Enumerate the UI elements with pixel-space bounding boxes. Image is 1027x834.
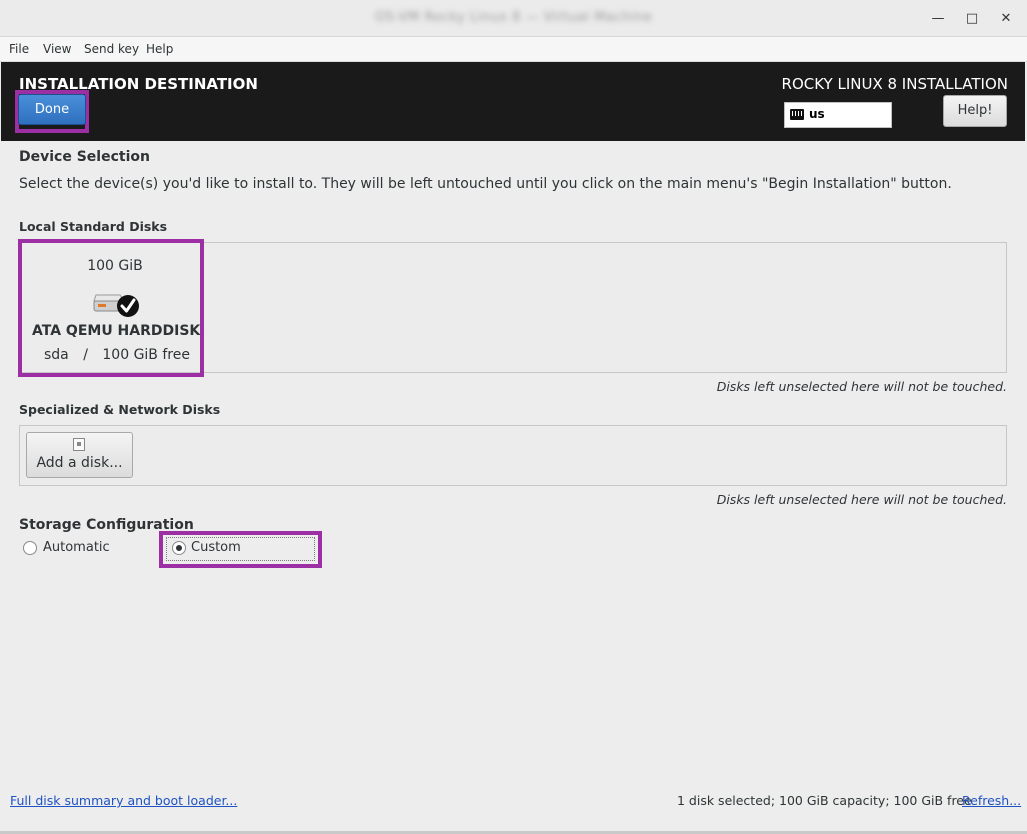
refresh-link[interactable]: Refresh... [962,793,1021,808]
radio-automatic-label: Automatic [43,540,110,555]
add-disk-label: Add a disk... [36,455,123,471]
local-disks-heading: Local Standard Disks [19,219,168,234]
keyboard-layout-label: us [809,107,825,121]
radio-custom-circle[interactable] [172,541,186,555]
minimize-button[interactable]: — [928,9,948,29]
done-button[interactable]: Done [18,94,86,125]
network-disks-heading: Specialized & Network Disks [19,402,221,417]
menu-send-key[interactable]: Send key [84,42,139,56]
radio-automatic-circle[interactable] [23,541,37,555]
harddisk-checked-icon [93,294,139,317]
device-selection-description: Select the device(s) you'd like to insta… [19,176,952,192]
disk-name: ATA QEMU HARDDISK [32,323,201,339]
disk-details: sda / 100 GiB free [44,347,190,363]
window-titlebar: OS-VM Rocky Linux 8 — Virtual Machine — … [0,0,1027,37]
network-disks-panel [19,425,1007,486]
disk-separator: / [83,347,88,363]
help-button[interactable]: Help! [943,95,1007,127]
keyboard-icon [790,109,804,120]
radio-custom-label: Custom [191,540,241,555]
menu-help[interactable]: Help [146,42,173,56]
installer-header: INSTALLATION DESTINATION ROCKY LINUX 8 I… [1,62,1025,141]
local-disks-note: Disks left unselected here will not be t… [716,379,1007,394]
product-title: ROCKY LINUX 8 INSTALLATION [781,75,1008,93]
keyboard-layout-indicator[interactable]: us [784,102,892,128]
maximize-button[interactable]: □ [962,9,982,29]
menu-view[interactable]: View [43,42,71,56]
selection-status: 1 disk selected; 100 GiB capacity; 100 G… [677,793,972,808]
window-title: OS-VM Rocky Linux 8 — Virtual Machine [374,10,653,25]
menu-file[interactable]: File [9,42,29,56]
network-disks-note: Disks left unselected here will not be t… [716,492,1007,507]
disk-device: sda [44,347,69,363]
disk-summary-link[interactable]: Full disk summary and boot loader... [10,793,237,808]
close-button[interactable]: ✕ [996,9,1016,29]
disk-image-icon [73,438,85,451]
add-disk-button[interactable]: Add a disk... [26,432,133,478]
disk-free-space: 100 GiB free [102,347,190,363]
menubar: File View Send key Help [0,37,1027,62]
device-selection-heading: Device Selection [19,149,150,165]
disk-size: 100 GiB [87,258,143,274]
